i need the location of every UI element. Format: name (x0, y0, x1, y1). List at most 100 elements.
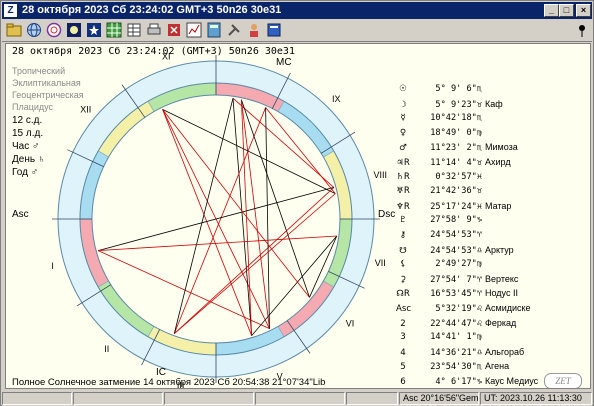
position-row[interactable]: ♆R 25°17'24"♓ Матар (396, 199, 590, 214)
house-numeral: II (104, 344, 109, 354)
tools-icon[interactable] (226, 22, 242, 38)
position-row[interactable]: ♄R 0°32'57"♓ (396, 170, 590, 185)
chart-header: 28 октября 2023 Сб 23:24:02 (GMT+3) 50n2… (12, 46, 295, 57)
book-icon[interactable] (266, 22, 282, 38)
globe-icon[interactable] (26, 22, 42, 38)
pin-icon[interactable] (574, 22, 590, 38)
position-row[interactable]: 3 14°41' 1"♍ (396, 330, 590, 345)
close-button[interactable]: × (576, 4, 591, 17)
position-row[interactable]: ♅R 21°42'36"♉ (396, 184, 590, 199)
position-symbol: ♂ (399, 143, 407, 154)
position-symbol: ♀ (399, 127, 407, 138)
grid-icon[interactable] (106, 22, 122, 38)
position-row[interactable]: Asc 5°32'19"♌ Асмидиске (396, 301, 590, 316)
position-row[interactable]: ♇ 27°58' 9"♑ (396, 213, 590, 228)
position-symbol: Asc (396, 303, 412, 314)
position-value: 10°42'18"♏ (430, 113, 482, 124)
position-row[interactable]: 5 23°54'30"♏ Агена (396, 359, 590, 374)
position-row[interactable]: ☋ 24°54'53"♎ Арктур (396, 243, 590, 258)
status-asc: Asc 20°16'56"Gem (399, 392, 479, 405)
house-numeral: VI (346, 319, 355, 329)
position-row[interactable]: ♃R 11°14' 4"♉ Ахирд (396, 155, 590, 170)
position-value: 18°49' 0"♍ (430, 127, 482, 138)
position-symbol: 5 (400, 362, 406, 373)
position-symbol: ⚷ (399, 229, 407, 240)
position-row[interactable]: ☽ 5° 9'23"♉ Каф (396, 97, 590, 112)
position-row[interactable]: ⚷ 24°54'53"♈ (396, 228, 590, 243)
position-value: 24°54'53"♎ (430, 245, 482, 256)
chart-canvas[interactable]: I II III V VI VII VIII IX XI XII 28 октября 2023 … (5, 43, 591, 389)
house-numeral: IX (332, 94, 341, 104)
note-icon[interactable] (166, 22, 182, 38)
position-row[interactable]: ⚸ 2°49'27"♍ (396, 257, 590, 272)
position-symbol: 3 (400, 332, 406, 343)
position-symbol: ♆R (396, 201, 410, 212)
minimize-button[interactable]: _ (544, 4, 559, 17)
center-setting: Геоцентрическая (12, 90, 84, 100)
calc-icon[interactable] (206, 22, 222, 38)
hour-ruler: Час ♂ (12, 141, 40, 152)
status-cell-2 (73, 392, 163, 405)
eclipse-info: Полное Солнечное затмение 14 октября 202… (12, 377, 326, 388)
position-row[interactable]: ♂ 11°23' 2"♏ Мимоза (396, 140, 590, 155)
fixed-star-name: Ахирд (485, 156, 511, 167)
position-symbol: ♇ (399, 215, 407, 226)
position-row[interactable]: 75°32'19"♒Бос (396, 388, 591, 389)
house-numeral: I (51, 261, 54, 271)
position-value: 11°14' 4"♉ (430, 157, 482, 168)
position-value: 24°54'53"♈ (430, 229, 482, 240)
position-symbol: 6 (400, 376, 406, 387)
status-bar: Asc 20°16'56"Gem UT: 2023.10.26 11:13:30 (2, 391, 592, 406)
position-symbol: 4 (400, 347, 406, 358)
fixed-star-name: Нодус II (485, 288, 518, 299)
position-value: 16°53'45"♈ (430, 289, 482, 300)
person-icon[interactable] (246, 22, 262, 38)
position-row[interactable]: ☉ 5° 9' 6"♏ (396, 82, 590, 97)
position-row[interactable]: ♀ 18°49' 0"♍ (396, 126, 590, 141)
position-symbol: ☽ (399, 99, 407, 110)
table-icon[interactable] (126, 22, 142, 38)
fixed-star-name: Арктур (485, 244, 514, 255)
status-cell-5 (346, 392, 398, 405)
open-icon[interactable] (6, 22, 22, 38)
position-symbol: ♅R (396, 186, 410, 197)
position-row[interactable]: 2 22°44'47"♌ Феркад (396, 316, 590, 331)
title-bar[interactable]: Z 28 октября 2023 Сб 23:24:02 GMT+3 50n2… (2, 2, 592, 19)
position-value: 5°32'19"♌ (435, 303, 482, 314)
coordinate-setting: Эклиптикальная (12, 78, 81, 88)
app-icon[interactable]: Z (4, 4, 17, 17)
position-symbol: ☊R (396, 289, 410, 300)
chart-icon[interactable] (186, 22, 202, 38)
position-row[interactable]: ☿ 10°42'18"♏ (396, 111, 590, 126)
window-title: 28 октября 2023 Сб 23:24:02 GMT+3 50n26 … (22, 4, 282, 16)
status-cell-4 (255, 392, 345, 405)
print-icon[interactable] (146, 22, 162, 38)
position-row[interactable]: ☊R 16°53'45"♈ Нодус II (396, 286, 590, 301)
zet-logo[interactable]: ZET (544, 373, 582, 388)
mc-label: MC (276, 57, 292, 68)
position-value: 27°54' 7"♈ (430, 274, 482, 285)
position-value: 0°32'57"♓ (435, 171, 482, 182)
house-numeral: XII (80, 105, 91, 115)
fixed-star-name: Асмидиске (485, 302, 531, 313)
status-ut: UT: 2023.10.26 11:13:30 (480, 392, 592, 405)
position-symbol: ⚸ (399, 259, 407, 270)
application-window: Z 28 октября 2023 Сб 23:24:02 GMT+3 50n2… (0, 0, 594, 406)
house-system-setting: Плацидус (12, 102, 54, 112)
position-value: 11°23' 2"♏ (430, 143, 482, 154)
wheel-icon[interactable] (46, 22, 62, 38)
position-row[interactable]: ⚳ 27°54' 7"♈ Вертекс (396, 272, 590, 287)
zodiac-setting: Тропический (12, 66, 66, 76)
maximize-button[interactable]: □ (559, 4, 574, 17)
fixed-star-name: Феркад (485, 317, 517, 328)
year-ruler: Год ♂ (12, 167, 39, 178)
position-value: 2°49'27"♍ (435, 259, 482, 270)
position-value: 5° 9'23"♉ (435, 99, 482, 110)
star-icon[interactable] (86, 22, 102, 38)
position-row[interactable]: 4 14°36'21"♎ Альгораб (396, 345, 590, 360)
moon-icon[interactable] (66, 22, 82, 38)
position-symbol: ♄R (396, 171, 410, 182)
asc-label: Asc (12, 209, 29, 220)
fixed-star-name: Вертекс (485, 273, 519, 284)
fixed-star-name: Матар (485, 200, 512, 211)
